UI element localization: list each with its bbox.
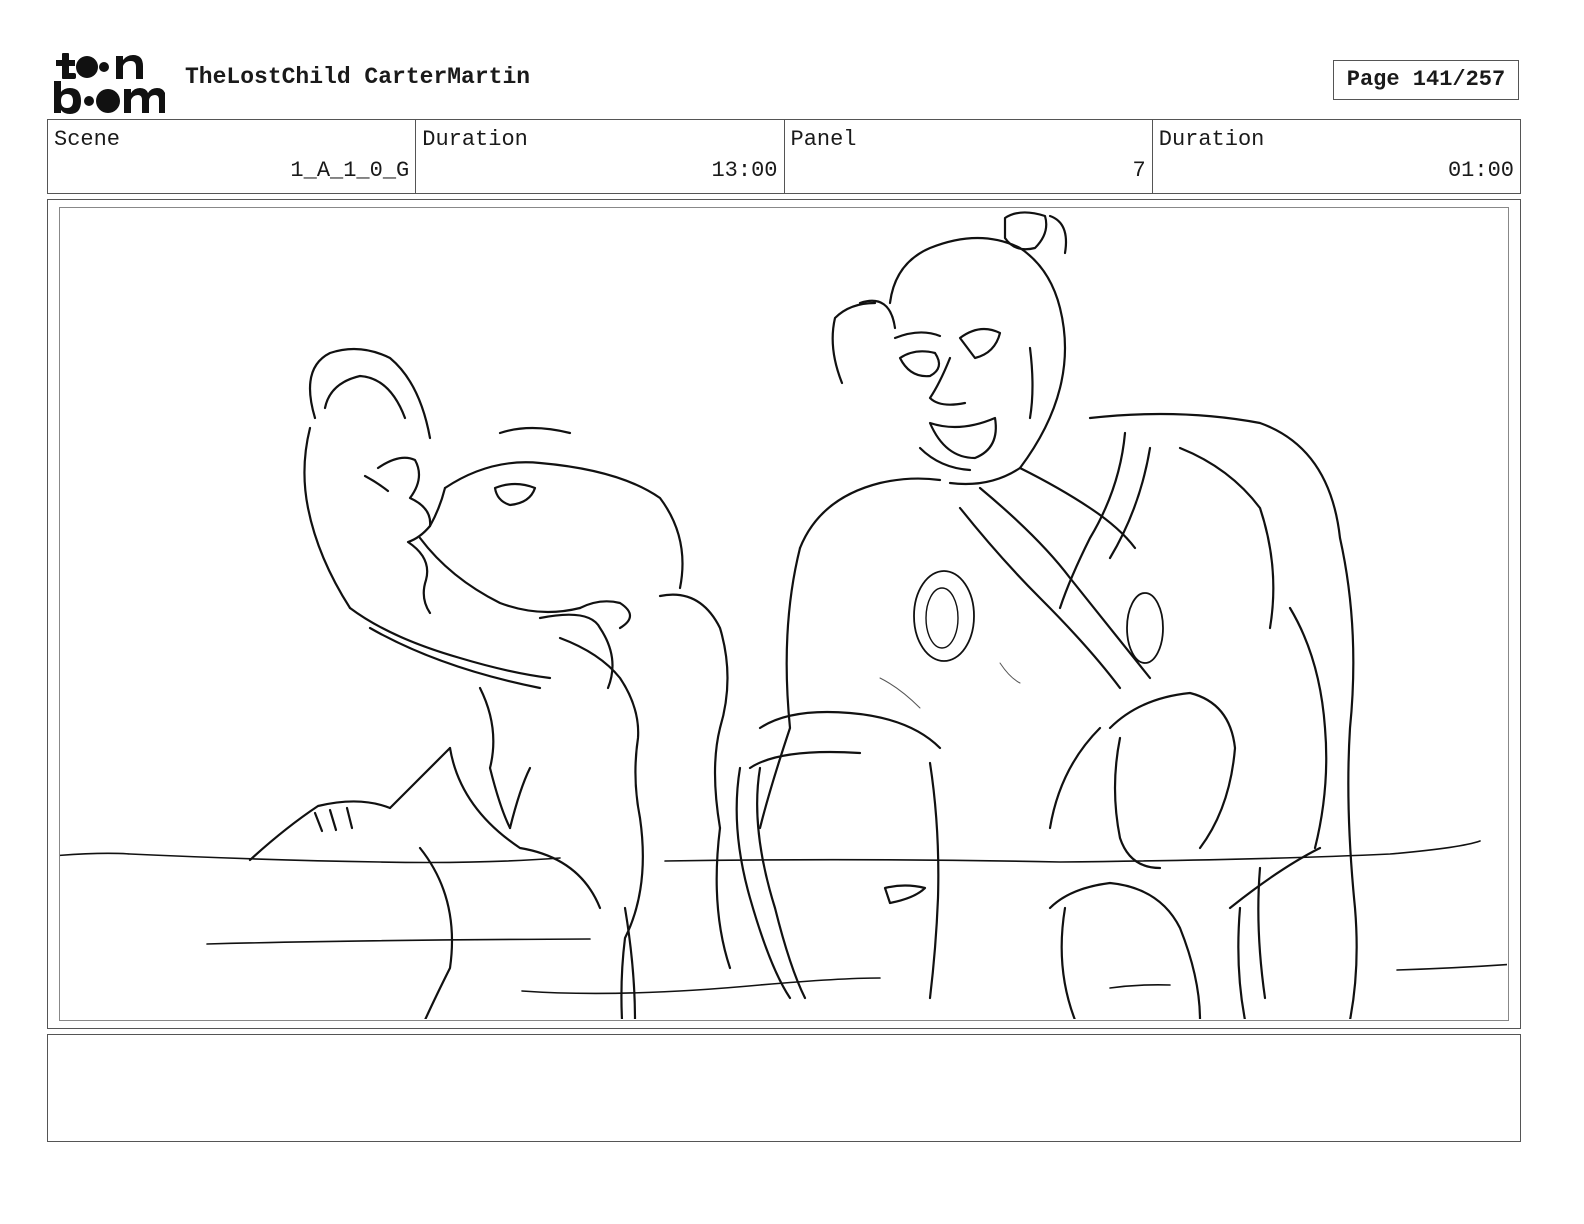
scene-label: Scene: [54, 127, 121, 152]
project-title: TheLostChild CarterMartin: [185, 64, 531, 90]
panel-value: 7: [1132, 158, 1146, 183]
panel-notes-box[interactable]: [47, 1034, 1521, 1142]
page-number: Page 141/257: [1333, 60, 1519, 100]
storyboard-sketch-image: [59, 207, 1509, 1021]
scene-duration-label: Duration: [422, 127, 528, 152]
toon-boom-logo-icon: [50, 50, 166, 114]
panel-duration-label: Duration: [1158, 127, 1265, 152]
scene-info-bar: Scene 1_A_1_0_G Duration 13:00 Panel 7 D…: [47, 119, 1521, 194]
panel-cell: Panel 7: [785, 120, 1153, 193]
panel-label: Panel: [790, 127, 857, 152]
scene-duration-cell: Duration 13:00: [416, 120, 785, 193]
scene-duration-value: 13:00: [711, 158, 778, 183]
panel-duration-value: 01:00: [1447, 158, 1514, 183]
scene-value: 1_A_1_0_G: [290, 158, 410, 183]
scene-cell: Scene 1_A_1_0_G: [48, 120, 417, 193]
panel-duration-cell: Duration 01:00: [1153, 120, 1520, 193]
